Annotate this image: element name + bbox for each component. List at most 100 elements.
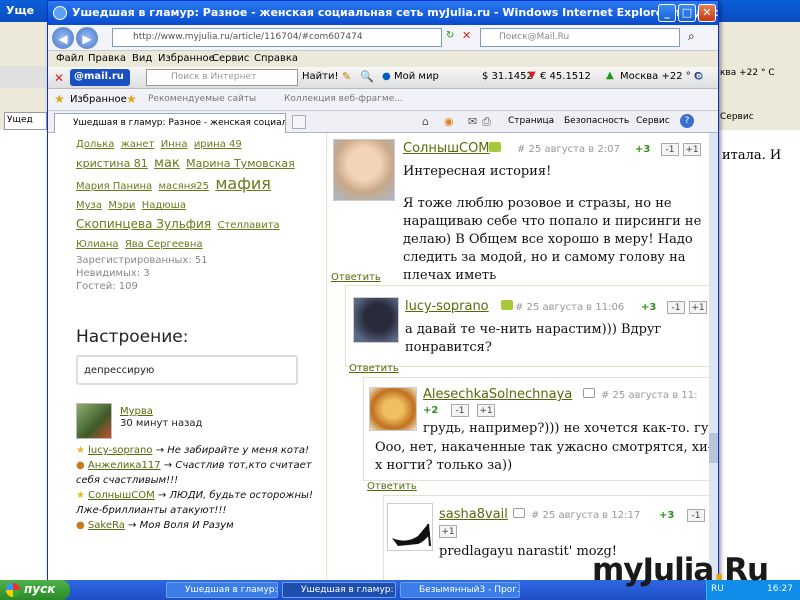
tools-menu[interactable]: Сервис: [636, 116, 670, 126]
refresh-icon[interactable]: ↻: [446, 30, 454, 41]
tag-link[interactable]: Ява Сергеевна: [125, 239, 203, 250]
tag-link[interactable]: масяня25: [159, 181, 209, 192]
watermark-text: myJulia: [592, 552, 714, 588]
status-user[interactable]: СолнышСОМ: [88, 490, 155, 501]
comment-text: Ооо, нет, накаченные так ужасно смотрятс…: [375, 440, 713, 473]
vote-minus-button[interactable]: -1: [667, 301, 685, 314]
tag-link[interactable]: Инна: [161, 139, 188, 150]
minimize-button[interactable]: _: [658, 4, 676, 22]
vote-plus-button[interactable]: +1: [683, 143, 701, 156]
reply-link[interactable]: Ответить: [349, 363, 399, 374]
clock[interactable]: 16:27: [767, 584, 793, 594]
avatar[interactable]: [369, 387, 417, 431]
avatar[interactable]: [76, 403, 112, 439]
tag-link[interactable]: Марина Тумовская: [186, 157, 295, 170]
reply-link[interactable]: Ответить: [331, 272, 381, 283]
find-button[interactable]: Найти!: [302, 71, 338, 82]
tag-link[interactable]: Надюша: [142, 200, 186, 211]
status-user[interactable]: SakeRa: [88, 520, 125, 531]
windows-logo-icon: [6, 583, 20, 597]
search-input[interactable]: Поиск@Mail.Ru: [480, 28, 680, 47]
tag-link[interactable]: Мэри: [108, 200, 135, 211]
menu-view[interactable]: Вид: [132, 53, 152, 64]
pencil-icon[interactable]: ✎: [342, 70, 351, 83]
taskbar-item[interactable]: Безымянный3 - Прог...: [400, 582, 520, 598]
list-item: ● SakeRa → Моя Воля И Разум: [76, 518, 320, 533]
comment-date[interactable]: # 25 августа в 12:17: [531, 510, 640, 521]
reply-link[interactable]: Ответить: [367, 481, 417, 492]
close-toolbar-icon[interactable]: ✕: [54, 71, 64, 85]
new-tab-button[interactable]: [292, 115, 306, 129]
tag-link[interactable]: Скопинцева Зульфия: [76, 217, 211, 231]
address-input[interactable]: http://www.myjulia.ru/article/116704/#co…: [112, 28, 442, 47]
comment-author[interactable]: СолнышСОМ: [403, 141, 490, 156]
menu-help[interactable]: Справка: [254, 53, 298, 64]
mood-user[interactable]: Мурва: [120, 406, 153, 417]
vote-minus-button[interactable]: -1: [451, 404, 469, 417]
settings-icon[interactable]: ⚙: [694, 70, 704, 83]
status-user[interactable]: lucy-soprano: [88, 445, 152, 456]
help-icon[interactable]: ?: [680, 114, 694, 128]
tag-link[interactable]: ирина 49: [194, 139, 242, 150]
scrollbar[interactable]: [709, 133, 718, 581]
mood-input[interactable]: депрессирую: [76, 355, 298, 385]
tag-link[interactable]: Стеллавита: [217, 220, 279, 231]
comment-author[interactable]: AlesechkaSolnechnaya: [423, 387, 572, 402]
browser-tab[interactable]: Ушедшая в гламур: Разное - женская социа…: [54, 113, 286, 133]
safety-menu[interactable]: Безопасность: [564, 116, 629, 126]
avatar[interactable]: [353, 297, 399, 343]
close-button[interactable]: ✕: [698, 4, 716, 22]
comment-author[interactable]: sasha8vail: [439, 507, 508, 522]
background-tab[interactable]: Ущед: [4, 112, 47, 130]
forward-icon[interactable]: ▶: [76, 27, 98, 49]
taskbar-item[interactable]: Ушедшая в гламур: ...: [166, 582, 278, 598]
menu-favorites[interactable]: Избранное: [158, 53, 215, 64]
home-icon[interactable]: ⌂: [422, 115, 429, 128]
maximize-button[interactable]: □: [678, 4, 696, 22]
tag-link[interactable]: Юлиана: [76, 239, 118, 250]
tag-link[interactable]: мафия: [215, 174, 271, 193]
menu-file[interactable]: Файл: [56, 53, 84, 64]
comment-author[interactable]: lucy-soprano: [405, 299, 489, 314]
taskbar-item-active[interactable]: Ушедшая в гламур: ...: [282, 582, 396, 598]
menu-tools[interactable]: Сервис: [212, 53, 249, 64]
comment-date[interactable]: # 25 августа в 11:: [601, 390, 697, 401]
scrollbar-thumb[interactable]: [709, 433, 718, 463]
avatar[interactable]: [333, 139, 395, 201]
back-icon[interactable]: ◀: [52, 27, 74, 49]
favorites-button[interactable]: Избранное: [70, 94, 127, 105]
vote-plus-button[interactable]: +1: [477, 404, 495, 417]
print-icon[interactable]: ⎙: [482, 115, 491, 129]
mailru-logo[interactable]: @mail.ru: [70, 69, 130, 86]
tag-link[interactable]: мак: [154, 156, 180, 171]
tag-link[interactable]: Мария Панина: [76, 181, 152, 192]
comment-text: Интересная история!: [403, 164, 552, 179]
mail-icon[interactable]: ✉: [468, 115, 477, 128]
tag-link[interactable]: кристина 81: [76, 157, 148, 170]
background-service[interactable]: Сервис: [720, 112, 754, 122]
recommended-sites[interactable]: Рекомендуемые сайты: [148, 94, 256, 104]
tag-link[interactable]: Муза: [76, 200, 102, 211]
avatar[interactable]: [387, 503, 433, 551]
comment-date[interactable]: # 25 августа в 11:06: [515, 302, 624, 313]
status-user[interactable]: Анжелика117: [88, 460, 161, 471]
vote-minus-button[interactable]: -1: [661, 143, 679, 156]
add-favorite-icon[interactable]: ★: [126, 92, 137, 106]
comment-date[interactable]: # 25 августа в 2:07: [517, 144, 620, 155]
tag-link[interactable]: жанет: [121, 139, 155, 150]
tag-link[interactable]: Долька: [76, 139, 114, 150]
magnifier-icon[interactable]: 🔍: [360, 70, 374, 83]
stop-icon[interactable]: ✕: [462, 29, 471, 42]
page-content: Долька жанет Инна ирина 49 кристина 81 м…: [48, 133, 718, 581]
menu-edit[interactable]: Правка: [88, 53, 126, 64]
search-icon[interactable]: ⌕: [688, 29, 695, 44]
vote-plus-button[interactable]: +1: [689, 301, 707, 314]
mailru-search-input[interactable]: Поиск в Интернет: [146, 69, 298, 86]
rss-icon[interactable]: ◉: [444, 115, 454, 128]
page-menu[interactable]: Страница: [508, 116, 554, 126]
vote-plus-button[interactable]: +1: [439, 525, 457, 538]
vote-minus-button[interactable]: -1: [687, 509, 705, 522]
weather[interactable]: Москва +22 ° C: [620, 71, 701, 82]
webslice-gallery[interactable]: Коллекция веб-фрагме...: [284, 94, 403, 104]
myworld-link[interactable]: Мой мир: [394, 71, 439, 82]
